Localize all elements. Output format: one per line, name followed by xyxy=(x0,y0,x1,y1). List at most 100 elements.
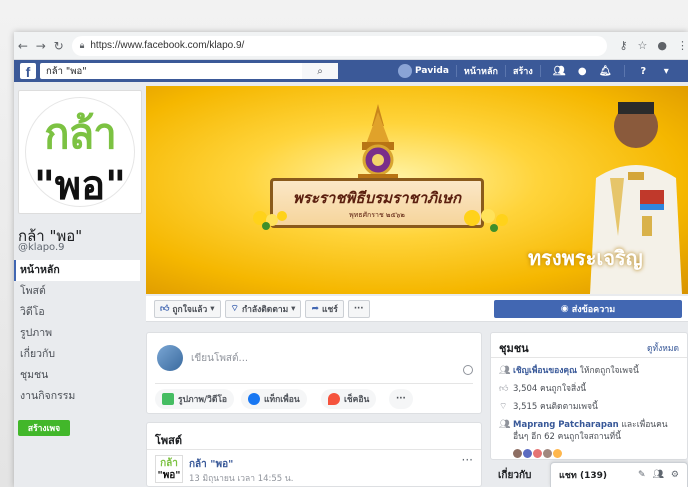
facebook-top-bar: f กล้า "พอ" ⌕ Pavida หน้าหลัก สร้าง 👥︎ ●… xyxy=(14,60,688,82)
friend-name-link[interactable]: Maprang Patcharapan xyxy=(513,420,619,430)
post-avatar-text-line2: "พอ" xyxy=(157,470,181,481)
community-likes-row: 👍︎ 3,504 คนถูกใจสิ่งนี้ xyxy=(499,383,681,395)
help-icon[interactable]: ? xyxy=(637,65,650,78)
create-page-button[interactable]: สร้างเพจ xyxy=(18,420,70,436)
cover-photo[interactable]: พระราชพิธีบรมราชาภิเษก พุทธศักราช ๒๕๖๒ ท… xyxy=(146,86,688,294)
facebook-logo-icon[interactable]: f xyxy=(20,63,36,79)
star-icon[interactable]: ☆ xyxy=(638,39,648,52)
composer-divider xyxy=(155,383,473,384)
left-nav-item-community[interactable]: ชุมชน xyxy=(14,365,140,386)
new-message-icon[interactable]: ✎ xyxy=(638,470,646,480)
address-bar[interactable]: 🔒︎ https://www.facebook.com/klapo.9/ xyxy=(71,35,608,56)
tag-friends-button[interactable]: แท็กเพื่อน xyxy=(241,389,307,409)
rss-icon: ⌔ xyxy=(230,304,239,314)
page-action-bar: 👍︎ ถูกใจแล้ว ▾ ⌔ กำลังติดตาม ▾ ➦ แชร์ ··… xyxy=(146,296,688,322)
flowers-left-decoration xyxy=(253,211,287,230)
post-author-name[interactable]: กล้า "พอ" xyxy=(189,457,233,472)
page-handle[interactable]: @klapo.9 xyxy=(18,242,65,253)
home-link[interactable]: หน้าหลัก xyxy=(464,64,498,78)
menu-icon[interactable]: ⋮ xyxy=(677,39,688,52)
forward-icon[interactable]: → xyxy=(32,37,50,55)
new-group-icon[interactable]: 👥︎ xyxy=(652,470,663,480)
friend-avatar[interactable] xyxy=(523,449,532,458)
user-name-link[interactable]: Pavida xyxy=(415,66,449,76)
friend-avatar[interactable] xyxy=(543,449,552,458)
community-divider xyxy=(491,357,687,358)
left-nav-item-photos[interactable]: รูปภาพ xyxy=(14,323,140,344)
royal-emblem-icon xyxy=(358,104,398,180)
left-nav-item-about[interactable]: เกี่ยวกับ xyxy=(14,344,140,365)
community-invite-row: 👥︎ เชิญเพื่อนของคุณ ให้กดถูกใจเพจนี้ xyxy=(499,365,681,377)
chat-bar[interactable]: แชท (139) ✎ 👥︎ ⚙ xyxy=(550,462,688,487)
cover-banner-subtitle: พุทธศักราช ๒๕๖๒ xyxy=(349,211,405,219)
profile-picture-text-line2: "พอ" xyxy=(33,162,127,209)
emoji-icon[interactable] xyxy=(463,365,473,375)
tag-friends-icon xyxy=(248,393,260,405)
photo-video-button[interactable]: รูปภาพ/วิดีโอ xyxy=(155,389,235,409)
photo-icon xyxy=(162,393,174,405)
chat-settings-icon[interactable]: ⚙ xyxy=(671,470,679,480)
post-timestamp[interactable]: 13 มิถุนายน เวลา 14:55 น. xyxy=(189,471,293,485)
post-options-icon[interactable]: ··· xyxy=(462,453,473,467)
thumbs-up-icon: 👍︎ xyxy=(160,303,170,314)
messenger-icon[interactable]: ● xyxy=(576,65,589,78)
fb-nav: Pavida หน้าหลัก สร้าง 👥︎ ● 🔔︎ ? ▾ xyxy=(398,64,678,78)
left-nav-item-posts[interactable]: โพสต์ xyxy=(14,281,140,302)
nav-divider xyxy=(455,65,457,77)
reload-icon[interactable]: ↻ xyxy=(50,37,68,55)
tag-friends-label: แท็กเพื่อน xyxy=(264,395,300,405)
composer-input[interactable]: เขียนโพสต์... xyxy=(191,351,248,366)
friends-icon: 👥︎ xyxy=(499,420,511,430)
composer-avatar xyxy=(157,345,183,371)
page-profile-picture[interactable]: กล้า "พอ" xyxy=(18,90,142,214)
nav-divider xyxy=(539,65,541,77)
account-icon[interactable]: ● xyxy=(657,39,667,52)
flowers-right-decoration xyxy=(464,209,508,232)
composer-more-button[interactable]: ··· xyxy=(389,389,413,409)
send-message-label: ส่งข้อความ xyxy=(571,305,616,315)
more-actions-button[interactable]: ··· xyxy=(347,299,370,318)
photo-video-label: รูปภาพ/วิดีโอ xyxy=(178,395,228,405)
browser-toolbar: ← → ↻ 🔒︎ https://www.facebook.com/klapo.… xyxy=(14,32,688,60)
browser-actions: ⚷ ☆ ● ⋮ xyxy=(619,39,688,52)
back-icon[interactable]: ← xyxy=(14,37,32,55)
search-icon[interactable]: ⌕ xyxy=(302,63,338,79)
chat-actions: ✎ 👥︎ ⚙ xyxy=(638,470,679,480)
left-nav-item-home[interactable]: หน้าหลัก xyxy=(14,260,140,281)
share-button[interactable]: ➦ แชร์ xyxy=(305,299,344,318)
thumbs-up-icon: 👍︎ xyxy=(499,384,509,394)
nav-divider xyxy=(623,65,625,77)
page-left-nav: หน้าหลัก โพสต์ วิดีโอ รูปภาพ เกี่ยวกับ ช… xyxy=(14,260,140,407)
chevron-down-icon: ▾ xyxy=(207,303,215,314)
friend-avatar[interactable] xyxy=(553,449,562,458)
fb-search-input[interactable]: กล้า "พอ" ⌕ xyxy=(40,63,338,79)
liked-button[interactable]: 👍︎ ถูกใจแล้ว ▾ xyxy=(154,299,221,318)
account-menu-icon[interactable]: ▾ xyxy=(660,65,673,78)
left-nav-item-videos[interactable]: วิดีโอ xyxy=(14,302,140,323)
invite-friends-link[interactable]: เชิญเพื่อนของคุณ xyxy=(513,366,577,376)
friend-avatar[interactable] xyxy=(513,449,522,458)
liked-label: ถูกใจแล้ว xyxy=(172,304,208,315)
key-icon[interactable]: ⚷ xyxy=(619,39,627,52)
following-label: กำลังติดตาม xyxy=(242,304,289,315)
post-author-avatar[interactable]: กล้า "พอ" xyxy=(155,455,183,483)
share-icon: ➦ xyxy=(311,303,319,314)
user-avatar[interactable] xyxy=(398,64,412,78)
following-button[interactable]: ⌔ กำลังติดตาม ▾ xyxy=(224,299,302,318)
nav-divider xyxy=(504,65,506,77)
friend-requests-icon[interactable]: 👥︎ xyxy=(553,65,566,78)
community-see-all-link[interactable]: ดูทั้งหมด xyxy=(647,341,679,355)
send-message-button[interactable]: ◉ ส่งข้อความ xyxy=(494,300,682,318)
lock-icon: 🔒︎ xyxy=(79,40,85,50)
check-in-button[interactable]: เช็คอิน xyxy=(321,389,377,409)
likes-count-text: 3,504 คนถูกใจสิ่งนี้ xyxy=(513,384,587,394)
follows-count-text: 3,515 คนติดตามเพจนี้ xyxy=(513,402,598,412)
community-friends-row: 👥︎ Maprang Patcharapan และเพื่อนคนอื่นๆ … xyxy=(499,419,681,443)
cover-caption: ทรงพระเจริญ xyxy=(528,246,643,270)
posts-section: โพสต์ กล้า "พอ" กล้า "พอ" 13 มิถุนายน เว… xyxy=(146,422,482,487)
create-link[interactable]: สร้าง xyxy=(513,64,533,78)
fb-search-value: กล้า "พอ" xyxy=(46,65,87,77)
notifications-icon[interactable]: 🔔︎ xyxy=(599,65,612,78)
friend-avatar[interactable] xyxy=(533,449,542,458)
left-nav-item-events[interactable]: งานกิจกรรม xyxy=(14,386,140,407)
